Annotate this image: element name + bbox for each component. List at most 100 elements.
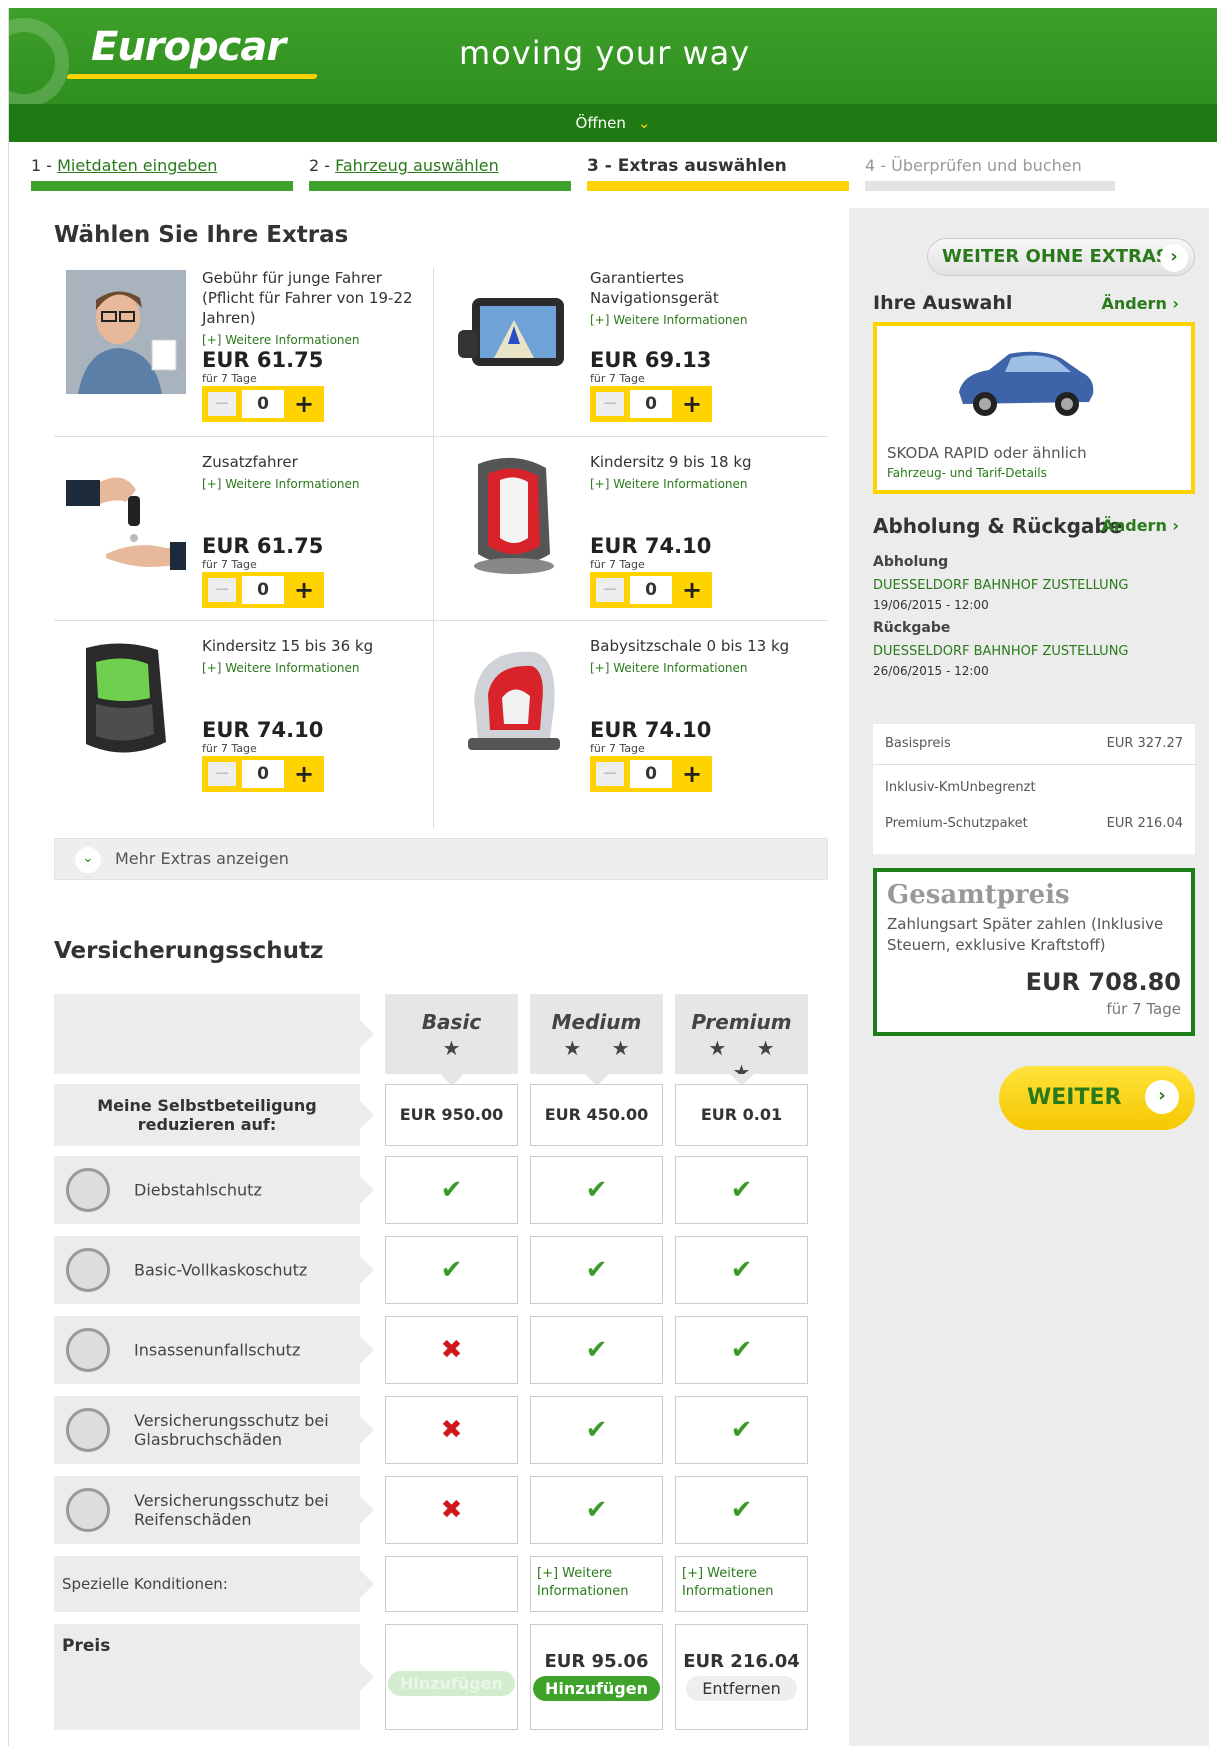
decrease-button[interactable]: −	[202, 756, 242, 792]
feature-value-premium: ✔	[675, 1156, 808, 1224]
minus-icon: −	[208, 578, 236, 602]
more-info-link[interactable]: [+] Weitere Informationen	[202, 474, 422, 494]
extra-price: EUR 74.10	[590, 534, 712, 558]
feature-label: Diebstahlschutz	[134, 1180, 262, 1200]
decrease-button[interactable]: −	[590, 572, 630, 608]
price-basic: Hinzufügen	[385, 1624, 518, 1730]
feature-value-medium: ✔	[530, 1316, 663, 1384]
check-icon: ✔	[730, 1495, 753, 1525]
step-1[interactable]: 1 - Mietdaten eingeben	[31, 156, 293, 192]
extra-name: Kindersitz 15 bis 36 kg [+] Weitere Infor…	[202, 636, 422, 678]
more-info-link[interactable]: [+] Weitere Informationen	[590, 658, 810, 678]
step-1-bar	[31, 181, 293, 191]
feature-label: Basic-Vollkaskoschutz	[134, 1260, 308, 1280]
decrease-button[interactable]: −	[590, 756, 630, 792]
feature-value-premium: ✔	[675, 1396, 808, 1464]
check-icon: ✔	[585, 1415, 608, 1445]
extra-name-text: Gebühr für junge Fahrer (Pflicht für Fah…	[202, 269, 413, 327]
increase-button[interactable]: +	[284, 572, 324, 608]
premium-label: Premium-Schutzpaket	[885, 816, 1028, 831]
more-info-link[interactable]: [+] Weitere Informationen	[590, 474, 810, 494]
premium-value: EUR 216.04	[1106, 816, 1183, 831]
feature-value-premium: ✔	[675, 1476, 808, 1544]
km-row: Inklusiv-KmUnbegrenzt	[885, 780, 1183, 795]
step-3-bar	[587, 181, 849, 191]
extra-name: Kindersitz 9 bis 18 kg [+] Weitere Inform…	[590, 452, 810, 494]
car-keys-image	[66, 454, 186, 578]
base-price-value: EUR 327.27	[1106, 736, 1183, 751]
increase-button[interactable]: +	[672, 572, 712, 608]
decrease-button[interactable]: −	[202, 572, 242, 608]
car-details-link[interactable]: Fahrzeug- und Tarif-Details	[887, 466, 1047, 480]
selected-car-card: SKODA RAPID oder ähnlich Fahrzeug- und T…	[873, 322, 1195, 494]
check-icon: ✔	[730, 1335, 753, 1365]
more-info-link[interactable]: [+] Weitere Informationen	[590, 310, 810, 330]
plan-header-premium: Premium ★ ★ ★	[675, 994, 808, 1086]
special-premium-link[interactable]: [+] Weitere Informationen	[675, 1556, 808, 1612]
step-2-number: 2 -	[309, 156, 336, 175]
change-pickup-link[interactable]: Ändern ›	[1101, 516, 1179, 535]
remove-premium-button[interactable]: Entfernen	[686, 1676, 797, 1701]
add-medium-button[interactable]: Hinzufügen	[532, 1676, 660, 1701]
open-menu-toggle[interactable]: Öffnen ⌄	[9, 104, 1217, 142]
logo-underline	[66, 74, 318, 79]
change-selection-link[interactable]: Ändern ›	[1101, 294, 1179, 313]
step-3-number: 3 -	[587, 156, 618, 176]
feature-label: Insassenunfallschutz	[134, 1340, 301, 1360]
increase-button[interactable]: +	[672, 386, 712, 422]
extra-price: EUR 61.75	[202, 534, 324, 558]
increase-button[interactable]: +	[284, 386, 324, 422]
total-price: EUR 708.80	[1025, 968, 1181, 996]
step-2[interactable]: 2 - Fahrzeug auswählen	[309, 156, 571, 192]
quantity-stepper: − 0 +	[202, 386, 324, 422]
logo-swirl	[9, 18, 69, 104]
feature-value-medium: ✔	[530, 1476, 663, 1544]
young-driver-image	[66, 270, 186, 394]
plan-header-medium: Medium ★ ★	[530, 994, 663, 1086]
extra-name: Babysitzschale 0 bis 13 kg [+] Weitere In…	[590, 636, 810, 678]
price-premium: EUR 216.04 Entfernen	[675, 1624, 808, 1730]
special-medium-link[interactable]: [+] Weitere Informationen	[530, 1556, 663, 1612]
feature-value-medium: ✔	[530, 1156, 663, 1224]
quantity-stepper: − 0 +	[202, 572, 324, 608]
extra-days: für 7 Tage	[202, 742, 257, 755]
step-1-link[interactable]: Mietdaten eingeben	[57, 156, 217, 175]
extra-child-seat-9-18: Kindersitz 9 bis 18 kg [+] Weitere Inform…	[442, 444, 822, 624]
decrease-button[interactable]: −	[202, 386, 242, 422]
extra-name: Gebühr für junge Fahrer (Pflicht für Fah…	[202, 268, 422, 350]
add-basic-button[interactable]: Hinzufügen	[387, 1671, 515, 1696]
continue-without-extras-button[interactable]: WEITER OHNE EXTRAS ›	[927, 238, 1195, 276]
extra-days: für 7 Tage	[202, 558, 257, 571]
skip-label: WEITER OHNE EXTRAS	[942, 246, 1169, 267]
chevron-right-icon: ›	[1160, 244, 1188, 272]
passenger-accident-icon	[66, 1328, 110, 1372]
collision-protection-icon	[66, 1248, 110, 1292]
europcar-logo[interactable]: Europcar	[91, 24, 286, 70]
step-2-link[interactable]: Fahrzeug auswählen	[335, 156, 499, 175]
extra-name-text: Zusatzfahrer	[202, 453, 298, 471]
plan-price: EUR 95.06	[544, 1651, 649, 1672]
continue-label: WEITER	[1027, 1085, 1122, 1110]
plan-price: EUR 216.04	[683, 1651, 800, 1672]
more-info-link[interactable]: [+] Weitere Informationen	[202, 658, 422, 678]
total-days: für 7 Tage	[1106, 1000, 1181, 1018]
show-more-label: Mehr Extras anzeigen	[115, 849, 289, 868]
check-icon: ✔	[730, 1415, 753, 1445]
extra-name: Zusatzfahrer [+] Weitere Informationen	[202, 452, 422, 494]
quantity-stepper: − 0 +	[590, 386, 712, 422]
plan-name: Premium	[691, 1010, 792, 1034]
more-info-link[interactable]: [+] Weitere Informationen	[202, 330, 422, 350]
continue-button[interactable]: WEITER ›	[999, 1066, 1195, 1130]
divider	[873, 764, 1195, 765]
check-icon: ✔	[440, 1255, 463, 1285]
plan-name: Medium	[551, 1010, 642, 1034]
decrease-button[interactable]: −	[590, 386, 630, 422]
chevron-right-icon: ›	[1145, 1080, 1179, 1114]
increase-button[interactable]: +	[284, 756, 324, 792]
check-icon: ✔	[585, 1255, 608, 1285]
base-price-label: Basispreis	[885, 736, 951, 751]
step-4: 4 - Überprüfen und buchen	[865, 156, 1115, 192]
minus-icon: −	[208, 392, 236, 416]
increase-button[interactable]: +	[672, 756, 712, 792]
show-more-extras-button[interactable]: ⌄ Mehr Extras anzeigen	[54, 838, 828, 880]
